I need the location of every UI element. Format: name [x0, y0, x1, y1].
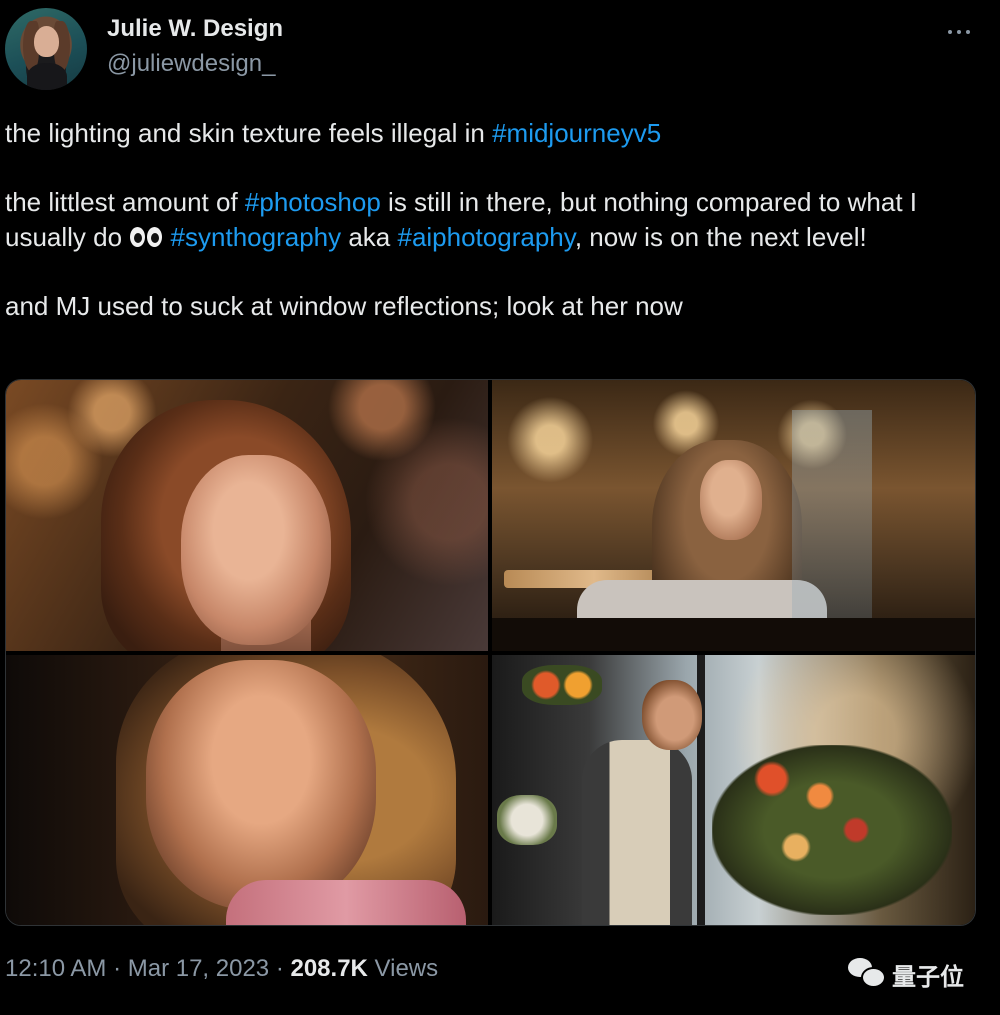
- photo-bouquet: [712, 745, 952, 915]
- photo-face: [700, 460, 762, 540]
- photo-face: [146, 660, 376, 910]
- media-photo-2[interactable]: [492, 380, 975, 651]
- tweet-paragraph-1: the lighting and skin texture feels ille…: [5, 116, 990, 151]
- photo-window-frame: [492, 618, 975, 651]
- media-photo-1[interactable]: [6, 380, 488, 651]
- avatar-face: [34, 26, 59, 57]
- tweet-text: the lighting and skin texture feels ille…: [5, 116, 990, 323]
- tweet-paragraph-2: the littlest amount of #photoshop is sti…: [5, 185, 990, 254]
- media-grid: [5, 379, 976, 926]
- user-handle[interactable]: @juliewdesign_: [107, 50, 275, 78]
- hashtag-link[interactable]: #aiphotography: [397, 222, 574, 252]
- tweet-text-segment: and MJ used to suck at window reflection…: [5, 290, 683, 321]
- tweet-time[interactable]: 12:10 AM: [5, 955, 106, 982]
- tweet-text-segment: [163, 222, 170, 252]
- tweet-paragraph-3: and MJ used to suck at window reflection…: [5, 289, 990, 324]
- photo-person-head: [642, 680, 702, 750]
- meta-separator: ·: [269, 955, 291, 982]
- dot: [966, 30, 970, 34]
- wechat-bubble: [861, 967, 886, 988]
- views-label: Views: [367, 955, 439, 982]
- photo-person-body: [582, 740, 692, 925]
- eyes-emoji-icon: [129, 226, 163, 248]
- avatar-clothing: [27, 63, 67, 90]
- hashtag-link[interactable]: #synthography: [171, 222, 342, 252]
- hashtag-link[interactable]: #photoshop: [245, 187, 381, 217]
- display-name[interactable]: Julie W. Design: [107, 15, 283, 43]
- tweet-meta: 12:10 AM · Mar 17, 2023 · 208.7K Views: [5, 955, 438, 983]
- media-photo-4[interactable]: [492, 655, 975, 925]
- photo-sweater: [577, 580, 827, 620]
- photo-flowers: [522, 665, 602, 705]
- tweet-header: Julie W. Design @juliewdesign_: [0, 0, 1000, 100]
- tweet-text-segment: the lighting and skin texture feels ille…: [5, 118, 493, 148]
- photo-flowers: [497, 795, 557, 845]
- media-photo-3[interactable]: [6, 655, 488, 925]
- tweet-text-segment: , now is on the next level!: [574, 221, 867, 252]
- photo-face: [181, 455, 331, 645]
- avatar[interactable]: [5, 8, 87, 90]
- dot: [957, 30, 961, 34]
- views-count[interactable]: 208.7K: [290, 955, 367, 982]
- more-options-icon[interactable]: [940, 16, 980, 46]
- hashtag-link[interactable]: #midjourneyv5: [492, 118, 661, 148]
- tweet-text-segment: aka: [341, 221, 398, 252]
- photo-shirt: [226, 880, 466, 925]
- dot: [948, 30, 952, 34]
- tweet-text-segment: the littlest amount of: [5, 187, 245, 217]
- watermark-text: 量子位: [892, 963, 964, 991]
- photo-reflection: [792, 410, 872, 630]
- tweet-date[interactable]: Mar 17, 2023: [128, 955, 269, 982]
- wechat-icon: [848, 956, 886, 988]
- meta-separator: ·: [106, 955, 128, 982]
